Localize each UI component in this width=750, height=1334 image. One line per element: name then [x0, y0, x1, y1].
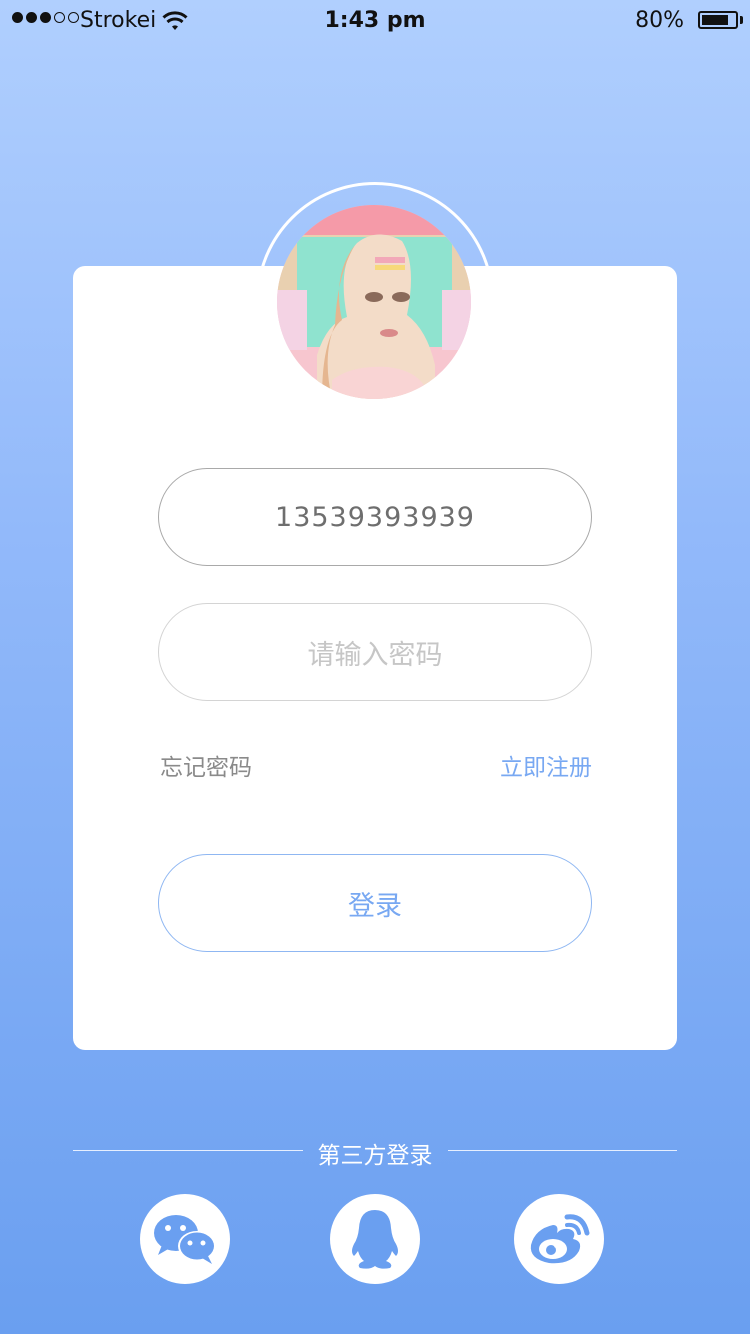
battery-icon [698, 11, 738, 29]
third-party-login-label: 第三方登录 [317, 1143, 433, 1169]
avatar-image [277, 205, 471, 399]
divider-right [448, 1150, 677, 1151]
battery-percentage: 80% [635, 8, 684, 33]
avatar[interactable] [277, 205, 471, 399]
wechat-login-button[interactable] [140, 1194, 230, 1284]
qq-icon [352, 1210, 398, 1269]
forgot-password-link[interactable]: 忘记密码 [160, 748, 252, 782]
login-button-label: 登录 [348, 890, 402, 922]
phone-input[interactable]: 13539393939 [158, 468, 592, 566]
qq-login-button[interactable] [330, 1194, 420, 1284]
phone-input-value: 13539393939 [275, 501, 475, 533]
status-bar: Strokei 1:43 pm 80% [0, 0, 750, 42]
login-button[interactable]: 登录 [158, 854, 592, 952]
register-link[interactable]: 立即注册 [500, 748, 592, 782]
weibo-icon [530, 1214, 590, 1264]
battery-tip [740, 16, 743, 24]
password-placeholder: 请输入密码 [307, 639, 443, 671]
login-screen: Strokei 1:43 pm 80% 13539393939 请输入密码 忘记… [0, 0, 750, 1334]
password-input[interactable]: 请输入密码 [158, 603, 592, 701]
wechat-icon [154, 1215, 216, 1264]
weibo-login-button[interactable] [514, 1194, 604, 1284]
